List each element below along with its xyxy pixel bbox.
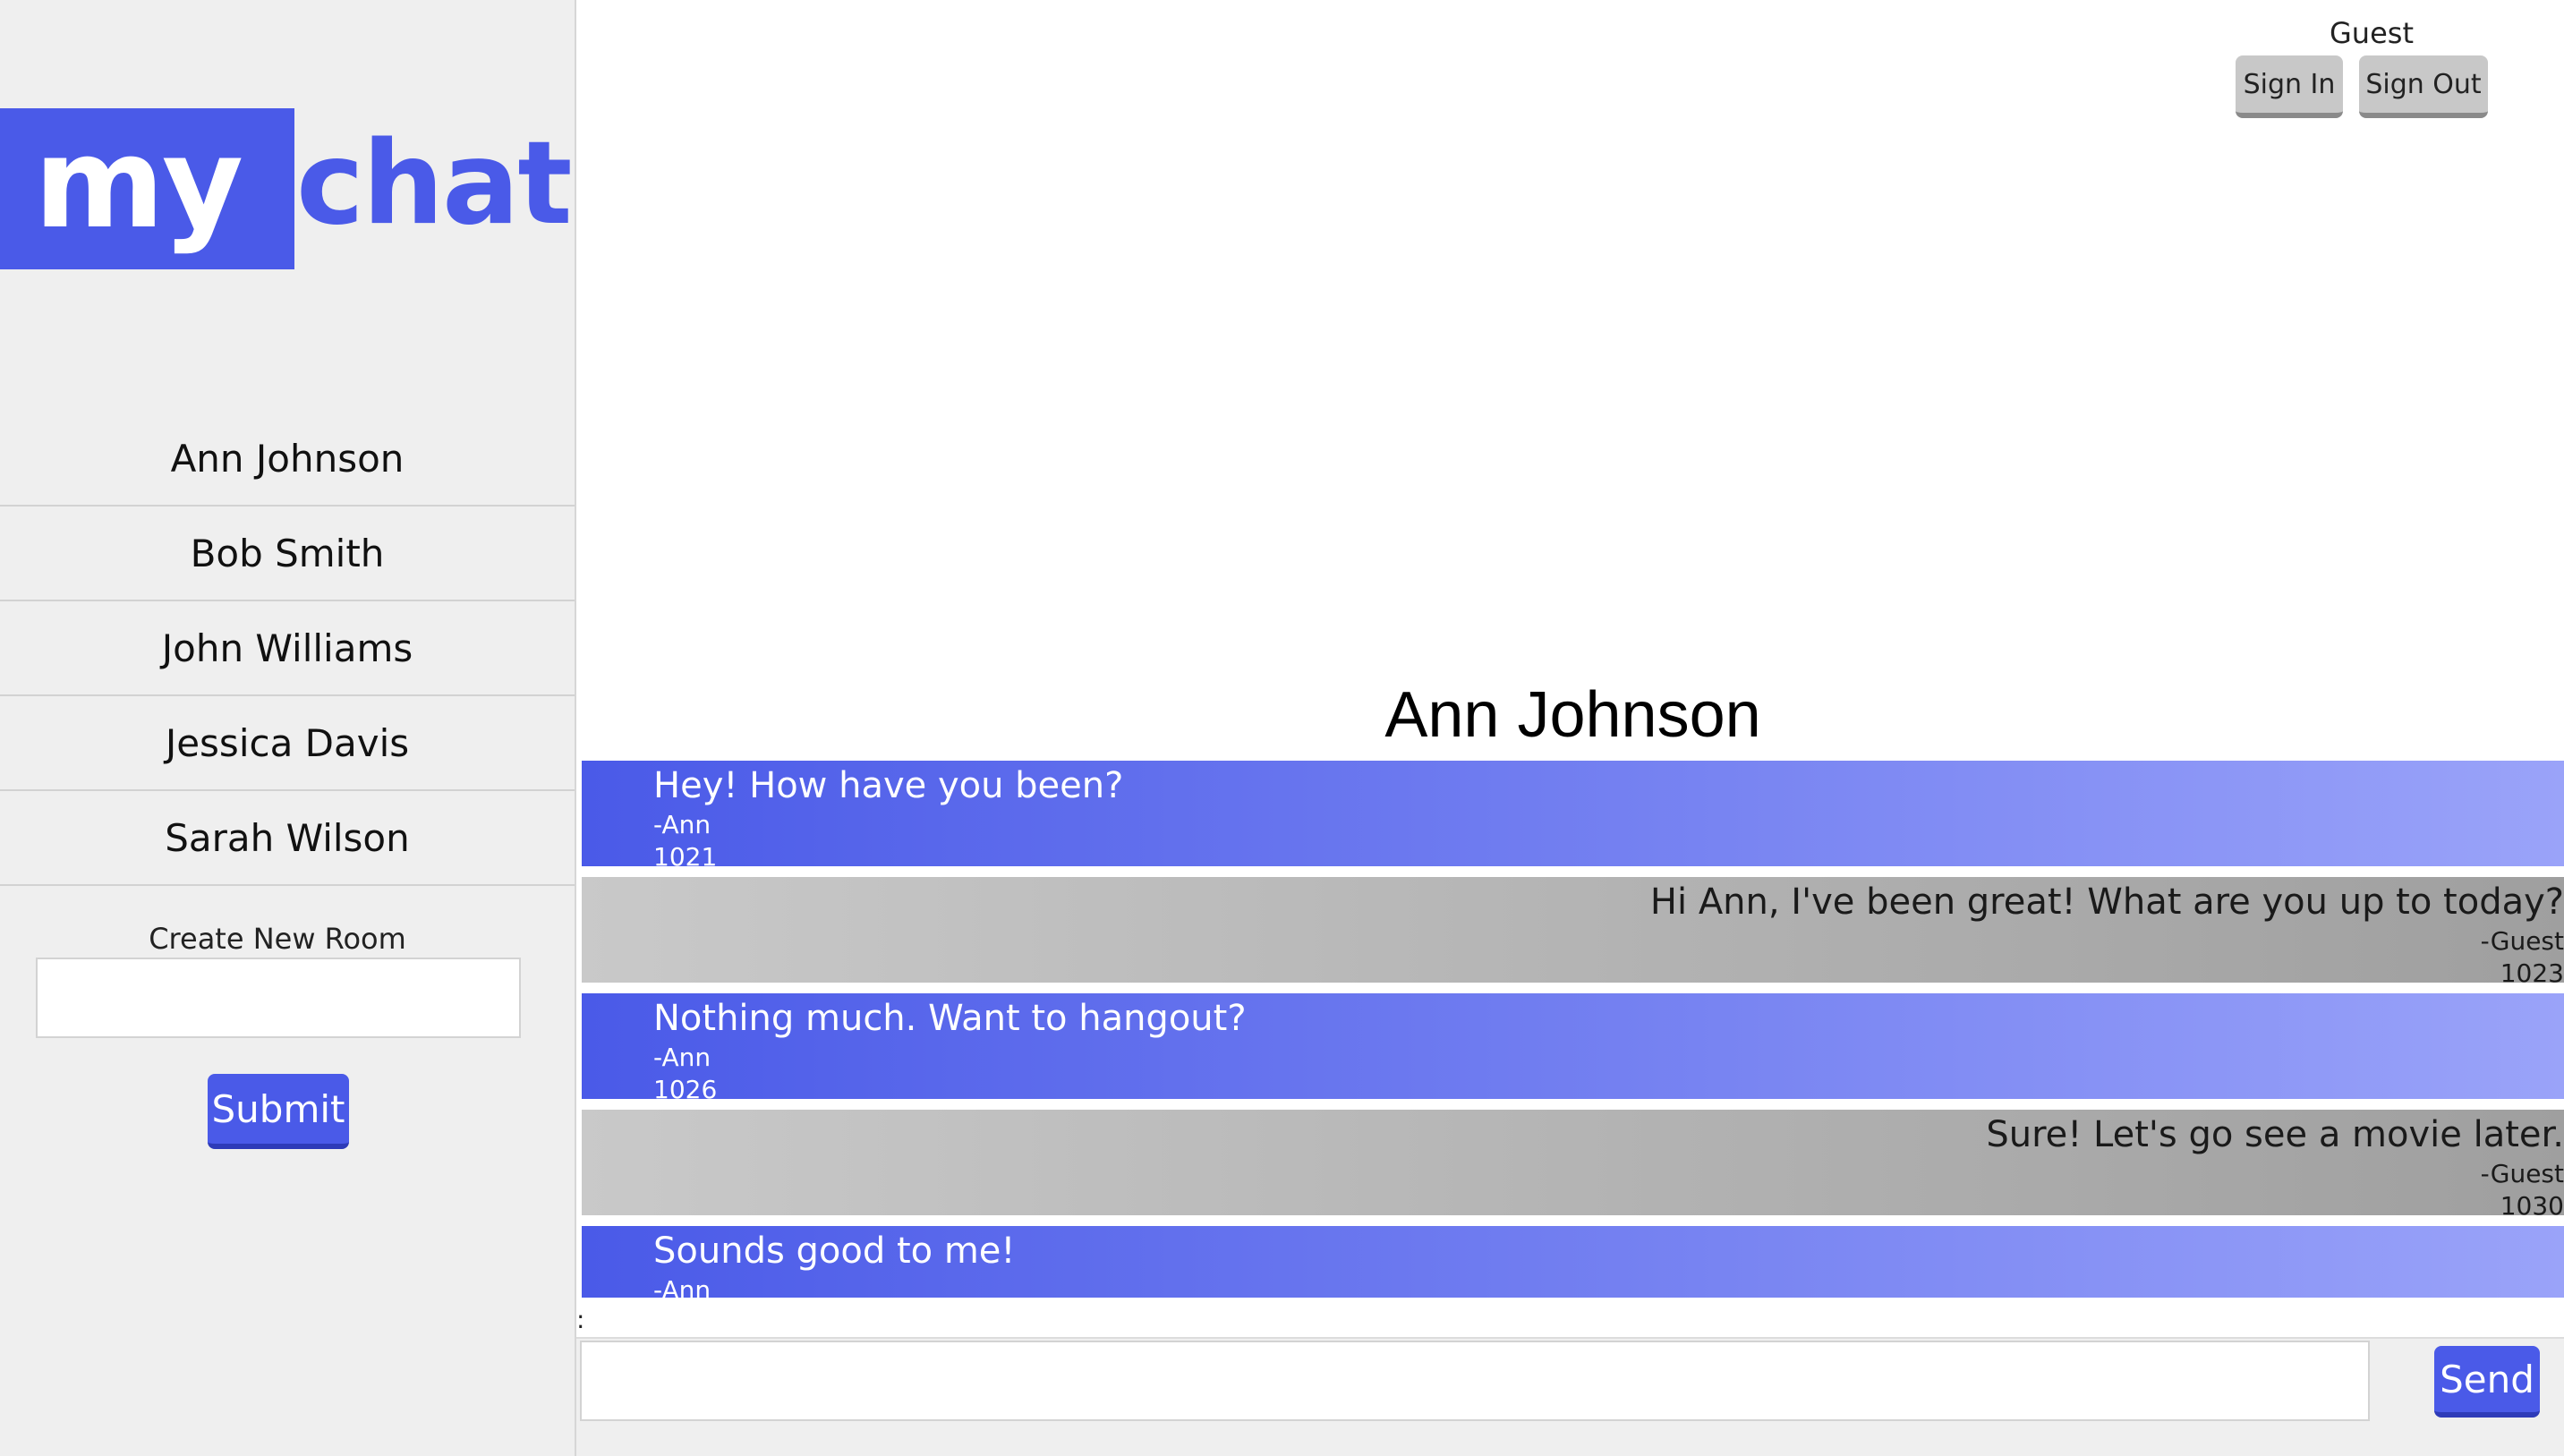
- submit-button[interactable]: Submit: [208, 1074, 349, 1149]
- message-item: Sure! Let's go see a movie later. -Guest…: [582, 1110, 2564, 1221]
- create-room-input[interactable]: [36, 958, 521, 1038]
- logo-chat: chat: [296, 117, 572, 251]
- separator-mark: :: [576, 1305, 585, 1334]
- message-list: Hey! How have you been? -Ann 1021 Hi Ann…: [582, 761, 2564, 1298]
- message-input[interactable]: [580, 1341, 2370, 1421]
- message-text: Sounds good to me!: [653, 1230, 1016, 1272]
- message-text: Hey! How have you been?: [653, 765, 1124, 806]
- sign-out-button[interactable]: Sign Out: [2359, 55, 2488, 118]
- room-item-jessica-davis[interactable]: Jessica Davis: [0, 696, 575, 791]
- message-id: 1026: [653, 1075, 718, 1104]
- sidebar: my chat Ann Johnson Bob Smith John Willi…: [0, 0, 576, 1456]
- room-item-bob-smith[interactable]: Bob Smith: [0, 507, 575, 601]
- message-author: -Guest: [2480, 1159, 2564, 1188]
- create-room-label: Create New Room: [149, 922, 406, 956]
- room-item-ann-johnson[interactable]: Ann Johnson: [0, 412, 575, 507]
- message-text: Sure! Let's go see a movie later.: [1986, 1114, 2564, 1155]
- room-item-sarah-wilson[interactable]: Sarah Wilson: [0, 791, 575, 886]
- room-list: Ann Johnson Bob Smith John Williams Jess…: [0, 412, 575, 886]
- message-author: -Guest: [2480, 926, 2564, 956]
- message-author: -Ann: [653, 1275, 711, 1298]
- current-user-name: Guest: [2330, 16, 2414, 50]
- logo-my: my: [0, 108, 294, 269]
- message-id: 1023: [2500, 958, 2564, 988]
- sign-in-button[interactable]: Sign In: [2236, 55, 2343, 118]
- chat-room-title: Ann Johnson: [1384, 679, 1761, 751]
- room-item-john-williams[interactable]: John Williams: [0, 601, 575, 696]
- message-author: -Ann: [653, 1043, 711, 1072]
- send-button[interactable]: Send: [2434, 1346, 2540, 1418]
- message-id: 1021: [653, 842, 718, 872]
- message-item: Sounds good to me! -Ann: [582, 1226, 2564, 1298]
- message-item: Hi Ann, I've been great! What are you up…: [582, 877, 2564, 988]
- message-item: Hey! How have you been? -Ann 1021: [582, 761, 2564, 872]
- message-id: 1030: [2500, 1191, 2564, 1221]
- message-text: Hi Ann, I've been great! What are you up…: [1649, 881, 2564, 923]
- message-text: Nothing much. Want to hangout?: [653, 998, 1247, 1039]
- message-item: Nothing much. Want to hangout? -Ann 1026: [582, 993, 2564, 1104]
- message-author: -Ann: [653, 810, 711, 839]
